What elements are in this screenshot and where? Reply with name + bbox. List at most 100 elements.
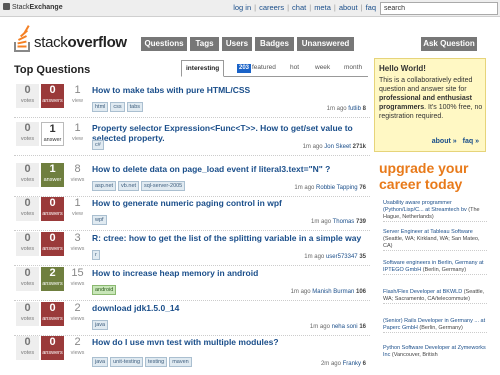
tag[interactable]: wpf [92,215,107,225]
nav-questions[interactable]: Questions [141,37,187,51]
answer-count: 0 answers [41,302,64,326]
vote-count: 0 votes [16,197,39,221]
login-link[interactable]: log in [233,3,251,12]
answer-count: 2 answers [41,267,64,291]
tag[interactable]: css [110,102,125,112]
view-count: 1 view [71,84,83,104]
tag-list: android [92,285,118,295]
tag[interactable]: html [92,102,109,112]
view-count: 3 views [70,232,85,252]
tag[interactable]: asp.net [92,181,117,191]
question-title[interactable]: download jdk1.5.0_14 [92,303,368,313]
tag[interactable]: vb.net [118,181,140,191]
tab-interesting[interactable]: interesting [181,60,225,77]
user-link[interactable]: Robbie Tapping [316,185,358,191]
nav-badges[interactable]: Badges [255,37,294,51]
featured-count-badge: 203 [237,64,252,73]
user-link[interactable]: Jon Skeet [324,144,351,150]
page-title: Top Questions [14,64,91,76]
view-count: 8 views [70,163,85,183]
question-meta: 1m ago Thomas 739 [311,219,366,225]
tag-list: wpf [92,215,109,225]
tag[interactable]: maven [169,357,192,367]
user-link[interactable]: user573347 [326,254,358,260]
answer-count: 0 answers [41,232,64,256]
question-row: 0 votes 1 answer 1 view Property selector E… [14,118,370,156]
question-meta: 1m ago Robbie Tapping 76 [294,185,366,191]
chat-link[interactable]: chat [292,3,306,12]
stackexchange-logo[interactable]: StackExchange [3,3,63,11]
careers-link[interactable]: careers [259,3,284,12]
user-link[interactable]: Franky [343,361,361,367]
tag-list: c# [92,140,106,150]
tag[interactable]: sql-server-2005 [141,181,186,191]
question-title[interactable]: R: ctree: how to get the list of the spl… [92,233,368,243]
answer-count: 0 answers [41,197,64,221]
user-link[interactable]: neha soni [332,324,358,330]
question-row: 0 votes 2 answers 15 views How to increase … [14,263,370,301]
top-links: log in | careers | chat | meta | about | faq [233,3,376,12]
question-title[interactable]: How to generate numeric paging control i… [92,198,368,208]
answer-count: 0 answers [41,336,64,360]
stackexchange-icon [3,3,10,10]
question-row: 0 votes 0 answers 1 view How to make tabs w… [14,80,370,118]
faq-link[interactable]: faq [366,3,376,12]
welcome-box: Hello World! This is a collaboratively e… [374,58,486,152]
tag-list: asp.net vb.net sql-server-2005 [92,181,187,191]
question-meta: 2m ago Franky 6 [320,361,366,367]
vote-count: 0 votes [16,232,39,256]
job-listing[interactable]: Flash/Flex Developer at BKWLD (Seattle, … [383,289,487,304]
tab-featured[interactable]: featured [252,64,276,71]
vote-count: 0 votes [16,122,39,146]
question-title[interactable]: Property selector Expression<Func<T>>. H… [92,123,368,143]
question-meta: 1m ago Jon Skeet 271k [302,144,366,150]
question-meta: 1m ago Manish Burman 106 [290,289,366,295]
search-input[interactable] [380,2,498,15]
tag[interactable]: testing [145,357,168,367]
nav-unanswered[interactable]: Unanswered [297,37,354,51]
job-listing[interactable]: Software engineers in Berlin, Germany at… [383,260,487,275]
vote-count: 0 votes [16,302,39,326]
nav-tags[interactable]: Tags [190,37,219,51]
about-link[interactable]: about [339,3,358,12]
job-listing[interactable]: Server Engineer at Tableau Software (Sea… [383,229,487,251]
job-listing[interactable]: Usability aware programmer (Python/Lisp/… [383,200,487,222]
tag[interactable]: unit-testing [110,357,143,367]
tag[interactable]: c# [92,140,104,150]
vote-count: 0 votes [16,163,39,187]
stackoverflow-logo[interactable]: stackoverflow [14,24,136,54]
tab-week[interactable]: week [315,64,330,71]
tag[interactable]: tabs [126,102,144,112]
tab-month[interactable]: month [344,64,362,71]
question-row: 0 votes 0 answers 2 views download jdk1.5.0… [14,298,370,336]
meta-link[interactable]: meta [314,3,331,12]
user-link[interactable]: Thomas [333,219,355,225]
question-row: 0 votes 0 answers 2 views How do I use mvn … [14,332,370,369]
job-listing[interactable]: (Senior) Rails Developer in Germany ... … [383,318,487,333]
ask-question-button[interactable]: Ask Question [421,37,477,51]
answer-count: 1 answer [41,122,64,146]
welcome-title: Hello World! [379,64,426,73]
tag[interactable]: r [92,250,100,260]
tag[interactable]: java [92,357,109,367]
job-listing[interactable]: Python Software Developer at Zymeworks I… [383,345,487,359]
question-title[interactable]: How to delete data on page_load event if… [92,164,368,174]
tag-list: r [92,250,102,260]
question-title[interactable]: How to increase heap memory in android [92,268,368,278]
question-title[interactable]: How to make tabs with pure HTML/CSS [92,85,368,95]
user-link[interactable]: Manish Burman [312,289,354,295]
view-count: 1 view [71,197,83,217]
vote-count: 0 votes [16,336,39,360]
question-row: 0 votes 0 answers 1 view How to generate nu… [14,193,370,231]
question-meta: 1m ago futlib 8 [326,106,366,112]
faq-link[interactable]: faq » [463,138,479,145]
user-link[interactable]: futlib [348,106,361,112]
tab-hot[interactable]: hot [290,64,299,71]
question-meta: 1m ago neha soni 16 [309,324,366,330]
question-title[interactable]: How do I use mvn test with multiple modu… [92,337,368,347]
tag[interactable]: java [92,320,109,330]
nav-users[interactable]: Users [222,37,252,51]
about-link[interactable]: about » [432,138,457,145]
tag[interactable]: android [92,285,117,295]
careers-banner[interactable]: upgrade your career today [379,160,489,192]
